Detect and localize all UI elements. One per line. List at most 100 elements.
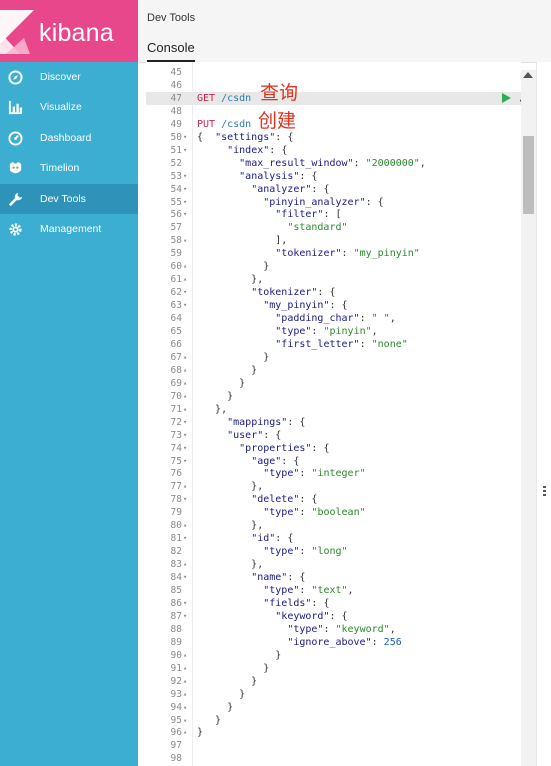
send-request-play-icon[interactable] — [502, 93, 511, 103]
fold-toggle-icon[interactable]: ▴ — [183, 480, 191, 493]
fold-toggle-icon[interactable]: ▾ — [183, 571, 191, 584]
fold-toggle-icon[interactable]: ▾ — [183, 429, 191, 442]
code-line[interactable]: 65 "type": "pinyin", — [146, 325, 521, 338]
code-line[interactable]: 69 ▴ } — [146, 377, 521, 390]
scroll-up-arrow-icon[interactable] — [523, 72, 533, 78]
code-line[interactable]: 78 ▾ "delete": { — [146, 493, 521, 506]
fold-toggle-icon[interactable]: ▴ — [183, 403, 191, 416]
sidebar-item-visualize[interactable]: Visualize — [0, 92, 138, 122]
fold-toggle-icon[interactable]: ▾ — [183, 610, 191, 623]
code-line[interactable]: 81 ▾ "id": { — [146, 532, 521, 545]
fold-toggle-icon[interactable]: ▾ — [183, 196, 191, 209]
fold-toggle-icon[interactable]: ▴ — [183, 726, 191, 739]
code-line[interactable]: 80 ▴ }, — [146, 519, 521, 532]
fold-toggle-icon[interactable]: ▾ — [183, 442, 191, 455]
code-line[interactable]: 64 "padding_char": " ", — [146, 312, 521, 325]
code-line[interactable]: 73 ▾ "user": { — [146, 429, 521, 442]
sidebar-item-dashboard[interactable]: Dashboard — [0, 123, 138, 153]
code-line[interactable]: 45 — [146, 66, 521, 79]
code-line[interactable]: 63 ▾ "my_pinyin": { — [146, 299, 521, 312]
code-line[interactable]: 86 ▾ "fields": { — [146, 597, 521, 610]
tab-console[interactable]: Console — [147, 40, 195, 62]
code-line[interactable]: 68 ▴ } — [146, 364, 521, 377]
code-line[interactable]: 85 "type": "text", — [146, 584, 521, 597]
code-line[interactable]: 79 "type": "boolean" — [146, 506, 521, 519]
fold-toggle-icon[interactable]: ▾ — [183, 299, 191, 312]
code-line[interactable]: 93 ▴ } — [146, 688, 521, 701]
pane-resize-handle[interactable] — [543, 486, 546, 498]
scrollbar-thumb[interactable] — [523, 136, 534, 214]
sidebar-item-discover[interactable]: Discover — [0, 62, 138, 92]
fold-toggle-icon[interactable]: ▾ — [183, 286, 191, 299]
code-line[interactable]: 91 ▴ } — [146, 662, 521, 675]
fold-toggle-icon[interactable]: ▴ — [183, 260, 191, 273]
code-line[interactable]: 59 "tokenizer": "my_pinyin" — [146, 247, 521, 260]
code-line[interactable]: 76 "type": "integer" — [146, 467, 521, 480]
code-line[interactable]: 49 PUT /csdn — [146, 118, 521, 131]
code-line[interactable]: 53 ▾ "analysis": { — [146, 170, 521, 183]
fold-toggle-icon[interactable]: ▴ — [183, 273, 191, 286]
code-line[interactable]: 57 "standard" — [146, 221, 521, 234]
code-line[interactable]: 62 ▾ "tokenizer": { — [146, 286, 521, 299]
code-line[interactable]: 84 ▾ "name": { — [146, 571, 521, 584]
fold-toggle-icon[interactable]: ▴ — [183, 701, 191, 714]
fold-toggle-icon[interactable]: ▴ — [183, 558, 191, 571]
fold-toggle-icon[interactable]: ▴ — [183, 377, 191, 390]
code-line[interactable]: 47 GET /csdn — [146, 91, 521, 105]
code-line[interactable]: 98 — [146, 752, 521, 765]
fold-toggle-icon[interactable]: ▴ — [183, 519, 191, 532]
code-line[interactable]: 71 ▴ }, — [146, 403, 521, 416]
code-line[interactable]: 50 ▾{ "settings": { — [146, 131, 521, 144]
fold-toggle-icon[interactable]: ▴ — [183, 688, 191, 701]
fold-toggle-icon[interactable]: ▾ — [183, 455, 191, 468]
fold-toggle-icon[interactable]: ▾ — [183, 416, 191, 429]
console-editor[interactable]: 45 46 47 GET /csdn 48 49 PUT /csdn 50 ▾{ "settin… — [146, 62, 521, 766]
code-line[interactable]: 67 ▴ } — [146, 351, 521, 364]
fold-toggle-icon[interactable]: ▴ — [183, 675, 191, 688]
code-line[interactable]: 92 ▴ } — [146, 675, 521, 688]
code-line[interactable]: 97 — [146, 739, 521, 752]
code-line[interactable]: 75 ▾ "age": { — [146, 455, 521, 468]
sidebar-item-dev-tools[interactable]: Dev Tools — [0, 184, 138, 214]
sidebar-item-management[interactable]: Management — [0, 214, 138, 244]
code-line[interactable]: 95 ▴ } — [146, 714, 521, 727]
code-line[interactable]: 72 ▾ "mappings": { — [146, 416, 521, 429]
code-line[interactable]: 74 ▾ "properties": { — [146, 442, 521, 455]
fold-toggle-icon[interactable]: ▾ — [183, 532, 191, 545]
fold-toggle-icon[interactable]: ▾ — [183, 493, 191, 506]
code-line[interactable]: 54 ▾ "analyzer": { — [146, 183, 521, 196]
fold-toggle-icon[interactable]: ▾ — [183, 208, 191, 221]
fold-toggle-icon[interactable]: ▴ — [183, 714, 191, 727]
fold-toggle-icon[interactable]: ▾ — [183, 170, 191, 183]
code-line[interactable]: 56 ▾ "filter": [ — [146, 208, 521, 221]
code-line[interactable]: 83 ▴ }, — [146, 558, 521, 571]
code-line[interactable]: 96 ▴} — [146, 726, 521, 739]
code-line[interactable]: 94 ▴ } — [146, 701, 521, 714]
code-line[interactable]: 61 ▴ }, — [146, 273, 521, 286]
sidebar-item-timelion[interactable]: Timelion — [0, 153, 138, 183]
code-line[interactable]: 46 — [146, 79, 521, 92]
code-line[interactable]: 70 ▴ } — [146, 390, 521, 403]
code-line[interactable]: 60 ▴ } — [146, 260, 521, 273]
code-line[interactable]: 88 "type": "keyword", — [146, 623, 521, 636]
fold-toggle-icon[interactable]: ▴ — [183, 662, 191, 675]
code-line[interactable]: 58 ▴ ], — [146, 234, 521, 247]
code-line[interactable]: 89 "ignore_above": 256 — [146, 636, 521, 649]
code-line[interactable]: 51 ▾ "index": { — [146, 144, 521, 157]
fold-toggle-icon[interactable]: ▾ — [183, 183, 191, 196]
fold-toggle-icon[interactable]: ▴ — [183, 234, 191, 247]
code-line[interactable]: 48 — [146, 105, 521, 118]
code-line[interactable]: 52 "max_result_window": "2000000", — [146, 157, 521, 170]
fold-toggle-icon[interactable]: ▴ — [183, 390, 191, 403]
fold-toggle-icon[interactable]: ▴ — [183, 364, 191, 377]
code-line[interactable]: 87 ▾ "keyword": { — [146, 610, 521, 623]
fold-toggle-icon[interactable]: ▴ — [183, 649, 191, 662]
fold-toggle-icon[interactable]: ▴ — [183, 351, 191, 364]
fold-toggle-icon[interactable]: ▾ — [183, 144, 191, 157]
fold-toggle-icon[interactable]: ▾ — [183, 131, 191, 144]
fold-toggle-icon[interactable]: ▾ — [183, 597, 191, 610]
code-line[interactable]: 66 "first_letter": "none" — [146, 338, 521, 351]
code-line[interactable]: 82 "type": "long" — [146, 545, 521, 558]
kibana-logo[interactable]: kibana — [0, 0, 138, 62]
code-line[interactable]: 90 ▴ } — [146, 649, 521, 662]
